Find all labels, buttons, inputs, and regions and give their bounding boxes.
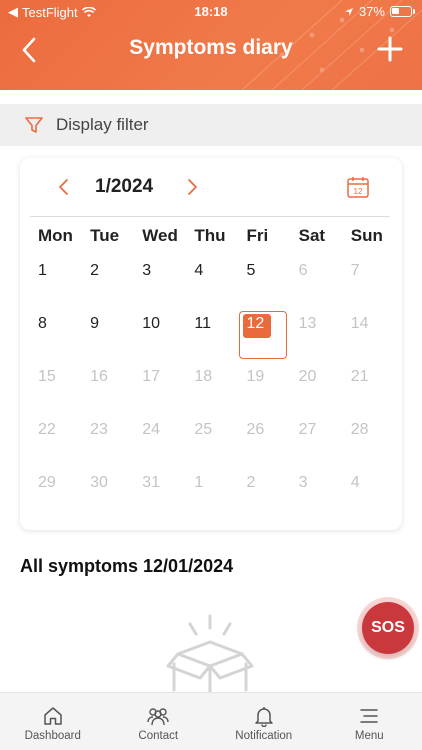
calendar-day[interactable]: 9 [82, 311, 134, 364]
tab-menu[interactable]: Menu [317, 693, 422, 750]
calendar-day[interactable]: 31 [134, 470, 186, 523]
calendar-day[interactable]: 11 [186, 311, 238, 364]
calendar-today-icon[interactable]: 12 [346, 175, 370, 199]
bell-icon [255, 707, 273, 727]
tab-dashboard-label: Dashboard [24, 730, 81, 742]
calendar-day[interactable]: 18 [186, 364, 238, 417]
calendar-month-label: 1/2024 [95, 176, 154, 197]
symptoms-section-title: All symptoms 12/01/2024 [20, 556, 234, 576]
calendar-week-3: 15 16 17 18 19 20 21 [30, 364, 395, 417]
calendar-day[interactable]: 30 [82, 470, 134, 523]
empty-box-icon [166, 614, 254, 692]
calendar-day[interactable]: 3 [291, 470, 343, 523]
app-header: ◀ TestFlight 18:18 37% Symptoms diary [0, 0, 422, 90]
weekday-tue: Tue [90, 226, 120, 245]
calendar-day[interactable]: 13 [291, 311, 343, 364]
calendar-day[interactable]: 25 [186, 417, 238, 470]
sos-button[interactable]: SOS [362, 602, 414, 654]
next-month-button[interactable] [184, 177, 200, 197]
calendar-week-5: 29 30 31 1 2 3 4 [30, 470, 395, 523]
calendar-day[interactable]: 8 [30, 311, 82, 364]
calendar-day[interactable]: 15 [30, 364, 82, 417]
calendar-divider [30, 216, 390, 217]
weekday-fri: Fri [246, 226, 269, 245]
display-filter-button[interactable]: Display filter [0, 104, 422, 146]
calendar-card: 1/2024 12 Mon Tue Wed Thu Fri Sat Sun 1 … [20, 158, 402, 530]
people-icon [147, 708, 169, 726]
calendar-day[interactable]: 27 [291, 417, 343, 470]
calendar-day[interactable]: 4 [186, 258, 238, 311]
page-title: Symptoms diary [129, 36, 293, 59]
calendar-header: 1/2024 12 [20, 158, 402, 216]
calendar-week-2: 8 9 10 11 12 13 14 [30, 311, 395, 364]
calendar-day[interactable]: 23 [82, 417, 134, 470]
calendar-day[interactable]: 21 [343, 364, 395, 417]
calendar-day[interactable]: 20 [291, 364, 343, 417]
battery-percent: 37% [358, 4, 385, 19]
calendar-day[interactable]: 6 [291, 258, 343, 311]
calendar-day[interactable]: 26 [239, 417, 291, 470]
calendar-day[interactable]: 22 [30, 417, 82, 470]
menu-icon [360, 709, 378, 723]
calendar-day[interactable]: 10 [134, 311, 186, 364]
display-filter-label: Display filter [56, 115, 149, 134]
weekday-sat: Sat [298, 226, 326, 245]
calendar-day-selected[interactable]: 12 [238, 311, 291, 364]
location-icon [344, 7, 353, 16]
calendar-grid: 1 2 3 4 5 6 7 8 9 10 11 12 13 14 15 16 1… [30, 258, 395, 523]
calendar-day[interactable]: 4 [343, 470, 395, 523]
calendar-day[interactable]: 3 [134, 258, 186, 311]
tab-contact-label: Contact [138, 730, 179, 742]
home-icon [44, 707, 62, 725]
calendar-day[interactable]: 16 [82, 364, 134, 417]
bottom-tab-bar: Dashboard Contact Notification Menu [0, 692, 422, 750]
tab-dashboard[interactable]: Dashboard [0, 693, 106, 750]
calendar-day[interactable]: 5 [239, 258, 291, 311]
previous-month-button[interactable] [56, 177, 72, 197]
calendar-day[interactable]: 19 [239, 364, 291, 417]
weekday-thu: Thu [194, 226, 226, 245]
calendar-day[interactable]: 14 [343, 311, 395, 364]
calendar-day[interactable]: 1 [30, 258, 82, 311]
calendar-day[interactable]: 7 [343, 258, 395, 311]
battery-icon [390, 6, 415, 17]
add-symptom-button[interactable] [376, 35, 404, 63]
tab-notification[interactable]: Notification [211, 693, 317, 750]
calendar-week-4: 22 23 24 25 26 27 28 [30, 417, 395, 470]
calendar-day[interactable]: 2 [82, 258, 134, 311]
calendar-day[interactable]: 17 [134, 364, 186, 417]
calendar-day[interactable]: 29 [30, 470, 82, 523]
calendar-week-1: 1 2 3 4 5 6 7 [30, 258, 395, 311]
calendar-today-number: 12 [354, 187, 363, 196]
filter-icon [25, 117, 43, 133]
status-bar: ◀ TestFlight 18:18 37% [0, 0, 422, 24]
calendar-day[interactable]: 2 [239, 470, 291, 523]
tab-menu-label: Menu [354, 730, 384, 742]
calendar-day[interactable]: 24 [134, 417, 186, 470]
tab-contact[interactable]: Contact [106, 693, 212, 750]
calendar-day[interactable]: 28 [343, 417, 395, 470]
calendar-day[interactable]: 1 [186, 470, 238, 523]
weekday-mon: Mon [38, 226, 73, 245]
tab-notification-label: Notification [235, 730, 293, 742]
weekday-wed: Wed [142, 226, 178, 245]
weekday-row: Mon Tue Wed Thu Fri Sat Sun [30, 226, 395, 246]
weekday-sun: Sun [350, 226, 383, 245]
